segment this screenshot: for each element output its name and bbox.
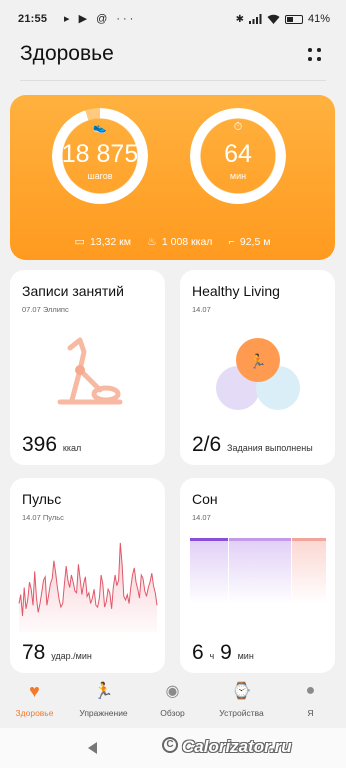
tab-health-label: Здоровье bbox=[15, 708, 54, 718]
heart-pulse-icon: ♥ bbox=[29, 680, 40, 701]
tab-me[interactable]: ● Я bbox=[276, 680, 345, 718]
healthy-living-bubbles-icon: 🏃 bbox=[216, 338, 300, 410]
steps-value: 18 875 bbox=[61, 140, 139, 168]
pulse-area bbox=[19, 542, 157, 632]
calories-value: 1 008 ккал bbox=[161, 235, 213, 248]
shoe-icon: 👟 bbox=[93, 122, 107, 134]
bottom-tab-bar: ♥ Здоровье 🏃 Упражнение ◉ Обзор ⌚ Устрой… bbox=[0, 680, 346, 728]
ruler-icon: ▭ bbox=[74, 236, 85, 248]
sleep-value-row: 6 ч 9 мин bbox=[192, 641, 254, 665]
pulse-chart bbox=[18, 542, 158, 632]
sleep-title: Сон bbox=[192, 491, 218, 507]
person-icon: ● bbox=[305, 682, 316, 699]
tab-exercise[interactable]: 🏃 Упражнение bbox=[69, 680, 138, 718]
more-options-icon[interactable] bbox=[308, 48, 324, 64]
sleep-minutes: 9 bbox=[220, 641, 232, 664]
steps-unit: шагов bbox=[87, 171, 113, 181]
status-right: ✱ 41% bbox=[236, 13, 330, 25]
status-time: 21:55 bbox=[18, 13, 48, 25]
activity-summary-card[interactable]: 👟 18 875 шагов ⏱ 64 мин ▭ 13,32 км ♨ 1 0… bbox=[10, 95, 335, 260]
climb-stat: ⌐ 92,5 м bbox=[228, 235, 270, 248]
sleep-chart bbox=[190, 538, 326, 604]
sleep-card[interactable]: Сон 14.07 6 ч 9 мин bbox=[180, 478, 335, 673]
steps-ring: 👟 18 875 шагов bbox=[52, 108, 148, 204]
tab-health[interactable]: ♥ Здоровье bbox=[0, 680, 69, 719]
workouts-unit: ккал bbox=[62, 443, 82, 453]
svg-text:🏃: 🏃 bbox=[249, 353, 266, 369]
minutes-unit: мин bbox=[229, 171, 247, 181]
signal-icon bbox=[248, 14, 262, 24]
bluetooth-icon: ✱ bbox=[235, 13, 244, 25]
system-nav-bar: C Calorizator.ru bbox=[0, 728, 346, 768]
battery-level: 41% bbox=[307, 13, 330, 25]
flame-icon: ♨ bbox=[146, 236, 157, 248]
sleep-minutes-unit: мин bbox=[237, 651, 254, 661]
tab-overview-label: Обзор bbox=[160, 708, 185, 718]
workouts-value-row: 396 ккал bbox=[22, 433, 81, 457]
healthy-living-subtitle: 14.07 bbox=[192, 305, 211, 314]
stairs-icon: ⌐ bbox=[228, 235, 235, 248]
healthy-living-value-row: 2/6 Задания выполнены bbox=[192, 433, 313, 457]
sleep-light-segment bbox=[229, 539, 291, 604]
watch-icon: ⌚ bbox=[231, 683, 252, 700]
minutes-value: 64 bbox=[224, 140, 252, 168]
calories-stat: ♨ 1 008 ккал bbox=[146, 235, 213, 249]
pulse-value-row: 78 удар./мин bbox=[22, 641, 92, 665]
pulse-value: 78 bbox=[22, 641, 46, 664]
header-divider bbox=[20, 80, 326, 81]
tab-devices-label: Устройства bbox=[219, 708, 264, 718]
tab-overview[interactable]: ◉ Обзор bbox=[138, 680, 207, 718]
watermark: Calorizator.ru bbox=[182, 737, 292, 756]
sleep-subtitle: 14.07 bbox=[192, 513, 211, 522]
runner-icon: 🏃 bbox=[93, 683, 114, 700]
copyright-icon: C bbox=[162, 737, 178, 753]
healthy-living-card[interactable]: Healthy Living 14.07 🏃 2/6 Задания выпол… bbox=[180, 270, 335, 465]
sleep-deep-segment bbox=[190, 539, 228, 604]
workouts-card[interactable]: Записи занятий 07.07 Эллипс 396 ккал bbox=[10, 270, 165, 465]
tab-me-label: Я bbox=[307, 708, 314, 718]
distance-stat: ▭ 13,32 км bbox=[74, 235, 131, 249]
tab-exercise-label: Упражнение bbox=[79, 708, 128, 718]
workouts-subtitle: 07.07 Эллипс bbox=[22, 305, 69, 314]
climb-value: 92,5 м bbox=[239, 235, 271, 248]
workouts-value: 396 bbox=[22, 433, 58, 456]
healthy-living-title: Healthy Living bbox=[192, 283, 280, 299]
battery-icon bbox=[284, 14, 303, 24]
stopwatch-icon: ⏱ bbox=[233, 121, 243, 133]
workouts-title: Записи занятий bbox=[22, 283, 124, 299]
distance-value: 13,32 км bbox=[89, 235, 131, 248]
healthy-living-value: 2/6 bbox=[192, 433, 222, 456]
pulse-title: Пульс bbox=[22, 491, 62, 507]
elliptical-trainer-icon bbox=[57, 337, 123, 405]
pulse-unit: удар./мин bbox=[51, 651, 92, 661]
sleep-rem-segment bbox=[292, 539, 326, 604]
activity-stats: ▭ 13,32 км ♨ 1 008 ккал ⌐ 92,5 м bbox=[10, 235, 335, 249]
page-title: Здоровье bbox=[20, 42, 114, 65]
tab-devices[interactable]: ⌚ Устройства bbox=[207, 680, 276, 718]
pulse-subtitle: 14.07 Пульс bbox=[22, 513, 64, 522]
sleep-hours-unit: ч bbox=[209, 651, 215, 661]
wifi-icon bbox=[267, 14, 280, 24]
back-icon[interactable] bbox=[88, 742, 97, 754]
status-bar: 21:55 ▸ ▶ @ ··· ✱ 41% bbox=[0, 0, 346, 38]
notification-icons: ▸ ▶ @ ··· bbox=[64, 13, 137, 25]
globe-icon: ◉ bbox=[165, 683, 180, 700]
pulse-card[interactable]: Пульс 14.07 Пульс 78 удар./мин bbox=[10, 478, 165, 673]
minutes-ring: ⏱ 64 мин bbox=[190, 108, 286, 204]
sleep-hours: 6 bbox=[192, 641, 204, 664]
healthy-living-unit: Задания выполнены bbox=[227, 443, 313, 453]
